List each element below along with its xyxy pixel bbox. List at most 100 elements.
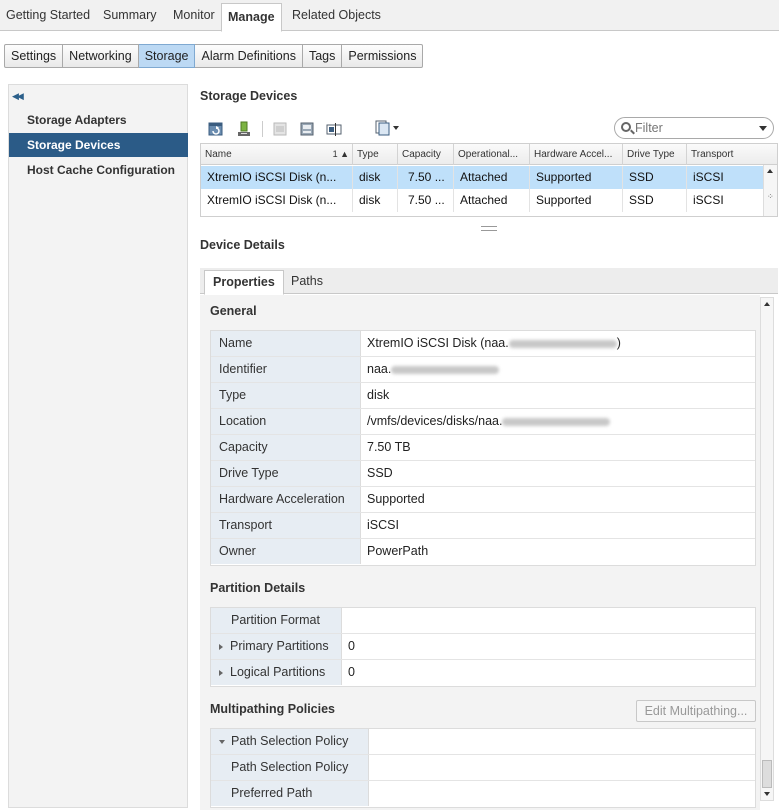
general-properties-table: Name XtremIO iSCSI Disk (naa.) Identifie…	[210, 330, 756, 566]
property-row-location: Location /vmfs/devices/disks/naa.	[211, 409, 755, 435]
column-header-transport[interactable]: Transport	[687, 144, 777, 165]
toolbar-separator	[262, 121, 263, 137]
property-value	[369, 729, 375, 754]
property-label: Identifier	[211, 357, 361, 382]
table-row[interactable]: XtremIO iSCSI Disk (n... disk 7.50 ... A…	[201, 189, 763, 212]
device-details-tab-bar: Properties Paths	[200, 268, 778, 295]
edit-multipathing-button[interactable]: Edit Multipathing...	[636, 700, 756, 722]
property-value: SSD	[367, 466, 393, 480]
property-label[interactable]: Primary Partitions	[211, 634, 342, 659]
property-value: 0	[348, 639, 355, 653]
property-label: Preferred Path	[211, 781, 369, 806]
nav-item-host-cache-configuration[interactable]: Host Cache Configuration	[9, 158, 188, 182]
subtab-settings[interactable]: Settings	[4, 44, 64, 68]
grid-scrollbar[interactable]: ⁘	[763, 165, 777, 216]
scrollbar-thumb[interactable]	[762, 760, 772, 788]
cell-capacity: 7.50 ...	[398, 189, 454, 212]
subtab-alarm-definitions[interactable]: Alarm Definitions	[195, 44, 303, 68]
tab-summary[interactable]: Summary	[97, 0, 162, 31]
disk-properties-icon[interactable]	[299, 121, 315, 137]
property-value	[369, 755, 375, 780]
search-icon	[621, 122, 631, 132]
subtab-networking[interactable]: Networking	[63, 44, 139, 68]
property-value: disk	[367, 388, 390, 402]
property-label: Type	[211, 383, 361, 408]
rename-icon[interactable]	[326, 121, 342, 137]
property-value: PowerPath	[367, 544, 429, 558]
details-scrollbar[interactable]	[760, 297, 774, 801]
nav-item-storage-adapters[interactable]: Storage Adapters	[9, 108, 188, 132]
property-value: naa.	[361, 357, 500, 382]
property-row-path-selection-policy-group[interactable]: Path Selection Policy	[211, 729, 755, 755]
filter-input[interactable]	[635, 120, 750, 136]
redacted-blur	[391, 365, 500, 374]
rescan-storage-icon[interactable]	[236, 121, 252, 137]
cell-capacity: 7.50 ...	[398, 166, 454, 189]
column-header-capacity[interactable]: Capacity	[398, 144, 454, 165]
property-row-type: Type disk	[211, 383, 755, 409]
resize-splitter-handle[interactable]	[481, 226, 497, 231]
scroll-up-arrow-icon[interactable]	[764, 302, 770, 306]
property-row-transport: Transport iSCSI	[211, 513, 755, 539]
property-label[interactable]: Path Selection Policy	[211, 729, 369, 754]
sort-ascending-indicator: 1 ▲	[332, 149, 349, 159]
device-details-title: Device Details	[200, 238, 285, 252]
tab-monitor[interactable]: Monitor	[167, 0, 221, 31]
property-row-drive-type: Drive Type SSD	[211, 461, 755, 487]
redacted-blur	[508, 339, 617, 348]
cell-type: disk	[353, 189, 398, 212]
column-header-drive-type[interactable]: Drive Type	[623, 144, 687, 165]
property-row-path-selection-policy: Path Selection Policy	[211, 755, 755, 781]
property-row-logical-partitions[interactable]: Logical Partitions 0	[211, 660, 755, 686]
multipathing-policies-section-title: Multipathing Policies	[210, 702, 336, 716]
expand-triangle-icon[interactable]	[219, 669, 223, 676]
property-value: iSCSI	[367, 518, 399, 532]
tab-related-objects[interactable]: Related Objects	[286, 0, 387, 31]
filter-combobox[interactable]	[614, 117, 774, 139]
redacted-blur	[502, 417, 611, 426]
detach-icon[interactable]	[272, 121, 288, 137]
partition-details-section-title: Partition Details	[210, 581, 306, 595]
refresh-icon[interactable]	[208, 121, 224, 137]
subtab-tags[interactable]: Tags	[302, 44, 343, 68]
cell-hardware-acceleration: Supported	[530, 189, 623, 212]
grip-icon[interactable]: ⁘	[767, 192, 774, 201]
property-label[interactable]: Logical Partitions	[211, 660, 342, 685]
collapse-double-chevron-icon[interactable]: ◀◀	[12, 91, 24, 102]
property-row-primary-partitions[interactable]: Primary Partitions 0	[211, 634, 755, 660]
partition-details-table: Partition Format Primary Partitions 0 Lo…	[210, 607, 756, 687]
grid-header: Name 1 ▲ Type Capacity Operational... Ha…	[201, 144, 777, 165]
property-value: 0	[348, 665, 355, 679]
property-value: 7.50 TB	[367, 440, 411, 454]
property-value: XtremIO iSCSI Disk (naa.)	[367, 336, 621, 350]
column-header-type[interactable]: Type	[353, 144, 398, 165]
property-value: Supported	[367, 492, 425, 506]
actions-menu-icon[interactable]	[375, 120, 401, 136]
property-row-hardware-acceleration: Hardware Acceleration Supported	[211, 487, 755, 513]
property-row-capacity: Capacity 7.50 TB	[211, 435, 755, 461]
cell-hardware-acceleration: Supported	[530, 166, 623, 189]
chevron-down-icon[interactable]	[759, 126, 767, 131]
scroll-down-arrow-icon[interactable]	[764, 792, 770, 796]
top-tab-bar: Getting Started Summary Monitor Manage R…	[0, 0, 779, 32]
subtab-storage[interactable]: Storage	[138, 44, 196, 68]
cell-name: XtremIO iSCSI Disk (n...	[201, 166, 353, 189]
tab-paths[interactable]: Paths	[283, 270, 331, 294]
tab-manage[interactable]: Manage	[221, 3, 282, 32]
column-header-operational[interactable]: Operational...	[454, 144, 530, 165]
nav-item-storage-devices[interactable]: Storage Devices	[9, 133, 188, 157]
subtab-permissions[interactable]: Permissions	[342, 44, 424, 68]
collapse-triangle-icon[interactable]	[219, 739, 225, 744]
tab-properties[interactable]: Properties	[204, 270, 284, 295]
table-row[interactable]: XtremIO iSCSI Disk (n... disk 7.50 ... A…	[201, 166, 763, 189]
sub-tab-bar: Settings Networking Storage Alarm Defini…	[4, 44, 424, 68]
tab-getting-started[interactable]: Getting Started	[0, 0, 96, 31]
cell-drive-type: SSD	[623, 189, 687, 212]
column-header-name[interactable]: Name 1 ▲	[201, 144, 353, 165]
column-header-hardware-acceleration[interactable]: Hardware Accel...	[530, 144, 623, 165]
property-value: /vmfs/devices/disks/naa.	[361, 409, 611, 434]
scroll-up-arrow-icon[interactable]	[767, 169, 773, 173]
property-row-identifier: Identifier naa.	[211, 357, 755, 383]
cell-operational-state: Attached	[454, 166, 530, 189]
expand-triangle-icon[interactable]	[219, 643, 223, 650]
